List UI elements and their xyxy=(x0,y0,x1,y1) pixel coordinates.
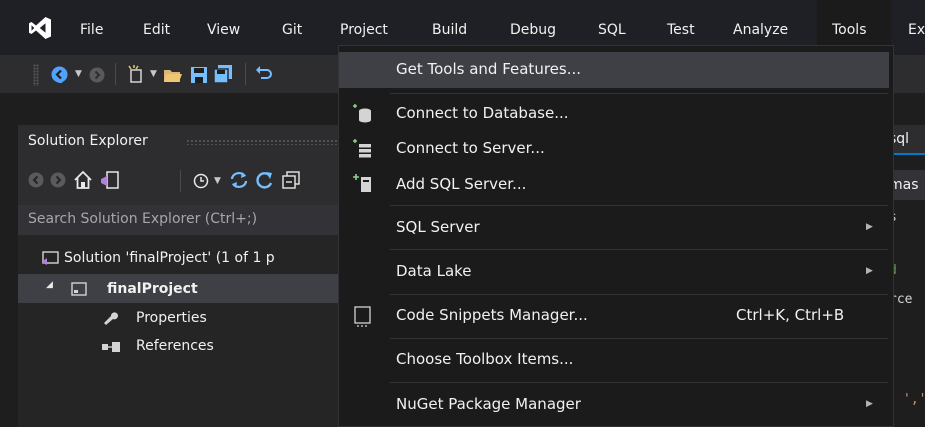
menu-view[interactable]: View xyxy=(207,0,240,55)
submenu-arrow-icon: ▶ xyxy=(866,399,873,409)
refresh-icon[interactable] xyxy=(255,170,275,190)
menu-item-label: Add SQL Server... xyxy=(396,175,527,193)
add-sql-server-icon xyxy=(353,174,371,192)
switch-views-icon[interactable] xyxy=(100,170,120,190)
toolbar-separator xyxy=(180,170,181,192)
collapse-all-icon[interactable] xyxy=(282,171,300,189)
sync-icon[interactable] xyxy=(229,170,249,190)
pending-changes-filter-icon[interactable] xyxy=(192,171,210,189)
references-label: References xyxy=(136,338,214,354)
project-label: finalProject xyxy=(107,281,198,297)
menu-separator xyxy=(390,382,888,383)
menu-separator xyxy=(390,294,888,295)
project-icon xyxy=(71,282,87,296)
search-input-placeholder[interactable]: Search Solution Explorer (Ctrl+;) xyxy=(28,211,257,227)
back-circle-icon[interactable] xyxy=(51,66,68,83)
toolbar-grip[interactable] xyxy=(33,64,39,86)
expand-collapse-icon[interactable]: ◢ xyxy=(46,280,53,290)
visual-studio-logo-icon xyxy=(29,17,51,39)
submenu-arrow-icon: ▶ xyxy=(866,266,873,276)
menu-item-label: Connect to Database... xyxy=(396,104,569,122)
new-item-icon[interactable] xyxy=(126,64,146,84)
home-icon[interactable] xyxy=(73,170,93,190)
code-line: ',' xyxy=(903,392,925,407)
menu-git[interactable]: Git xyxy=(282,0,302,55)
solution-label: Solution 'finalProject' (1 of 1 p xyxy=(64,250,275,266)
menu-separator xyxy=(390,338,888,339)
save-all-icon[interactable] xyxy=(213,64,233,84)
menu-item-shortcut: Ctrl+K, Ctrl+B xyxy=(736,306,845,324)
back-dropdown-arrow-icon[interactable]: ▼ xyxy=(75,55,82,93)
toolbar-separator xyxy=(115,63,116,85)
snippet-icon xyxy=(354,306,371,327)
submenu-arrow-icon: ▶ xyxy=(866,222,873,232)
server-icon xyxy=(353,139,371,158)
menu-item-label: Connect to Server... xyxy=(396,139,545,157)
menu-item-label: SQL Server xyxy=(396,218,480,236)
solution-icon xyxy=(42,251,59,265)
menu-item-label: NuGet Package Manager xyxy=(396,395,581,413)
menu-separator xyxy=(390,205,888,206)
menu-item-label: Code Snippets Manager... xyxy=(396,306,588,324)
menu-extensions[interactable]: Ex xyxy=(908,0,925,55)
filter-dropdown-arrow-icon[interactable]: ▼ xyxy=(214,170,221,192)
menu-separator xyxy=(390,93,888,94)
database-icon xyxy=(353,104,371,123)
wrench-icon xyxy=(104,312,118,325)
open-folder-icon[interactable] xyxy=(163,66,183,84)
toolbar-separator xyxy=(245,63,246,85)
new-item-dropdown-arrow-icon[interactable]: ▼ xyxy=(150,55,157,93)
solution-explorer-title: Solution Explorer xyxy=(28,133,148,149)
title-bar-grip[interactable] xyxy=(186,139,341,145)
forward-icon[interactable] xyxy=(50,172,66,188)
menu-file[interactable]: File xyxy=(80,0,103,55)
menu-item-label: Choose Toolbox Items... xyxy=(396,350,574,368)
properties-label: Properties xyxy=(136,310,207,326)
menu-item-label: Get Tools and Features... xyxy=(396,60,582,78)
save-icon[interactable] xyxy=(190,66,208,84)
back-icon[interactable] xyxy=(28,172,44,188)
menu-separator xyxy=(390,249,888,250)
references-icon xyxy=(102,342,120,352)
menu-item-label: Data Lake xyxy=(396,262,472,280)
undo-icon[interactable] xyxy=(255,64,273,84)
menu-edit[interactable]: Edit xyxy=(143,0,170,55)
forward-icon[interactable] xyxy=(89,67,105,83)
